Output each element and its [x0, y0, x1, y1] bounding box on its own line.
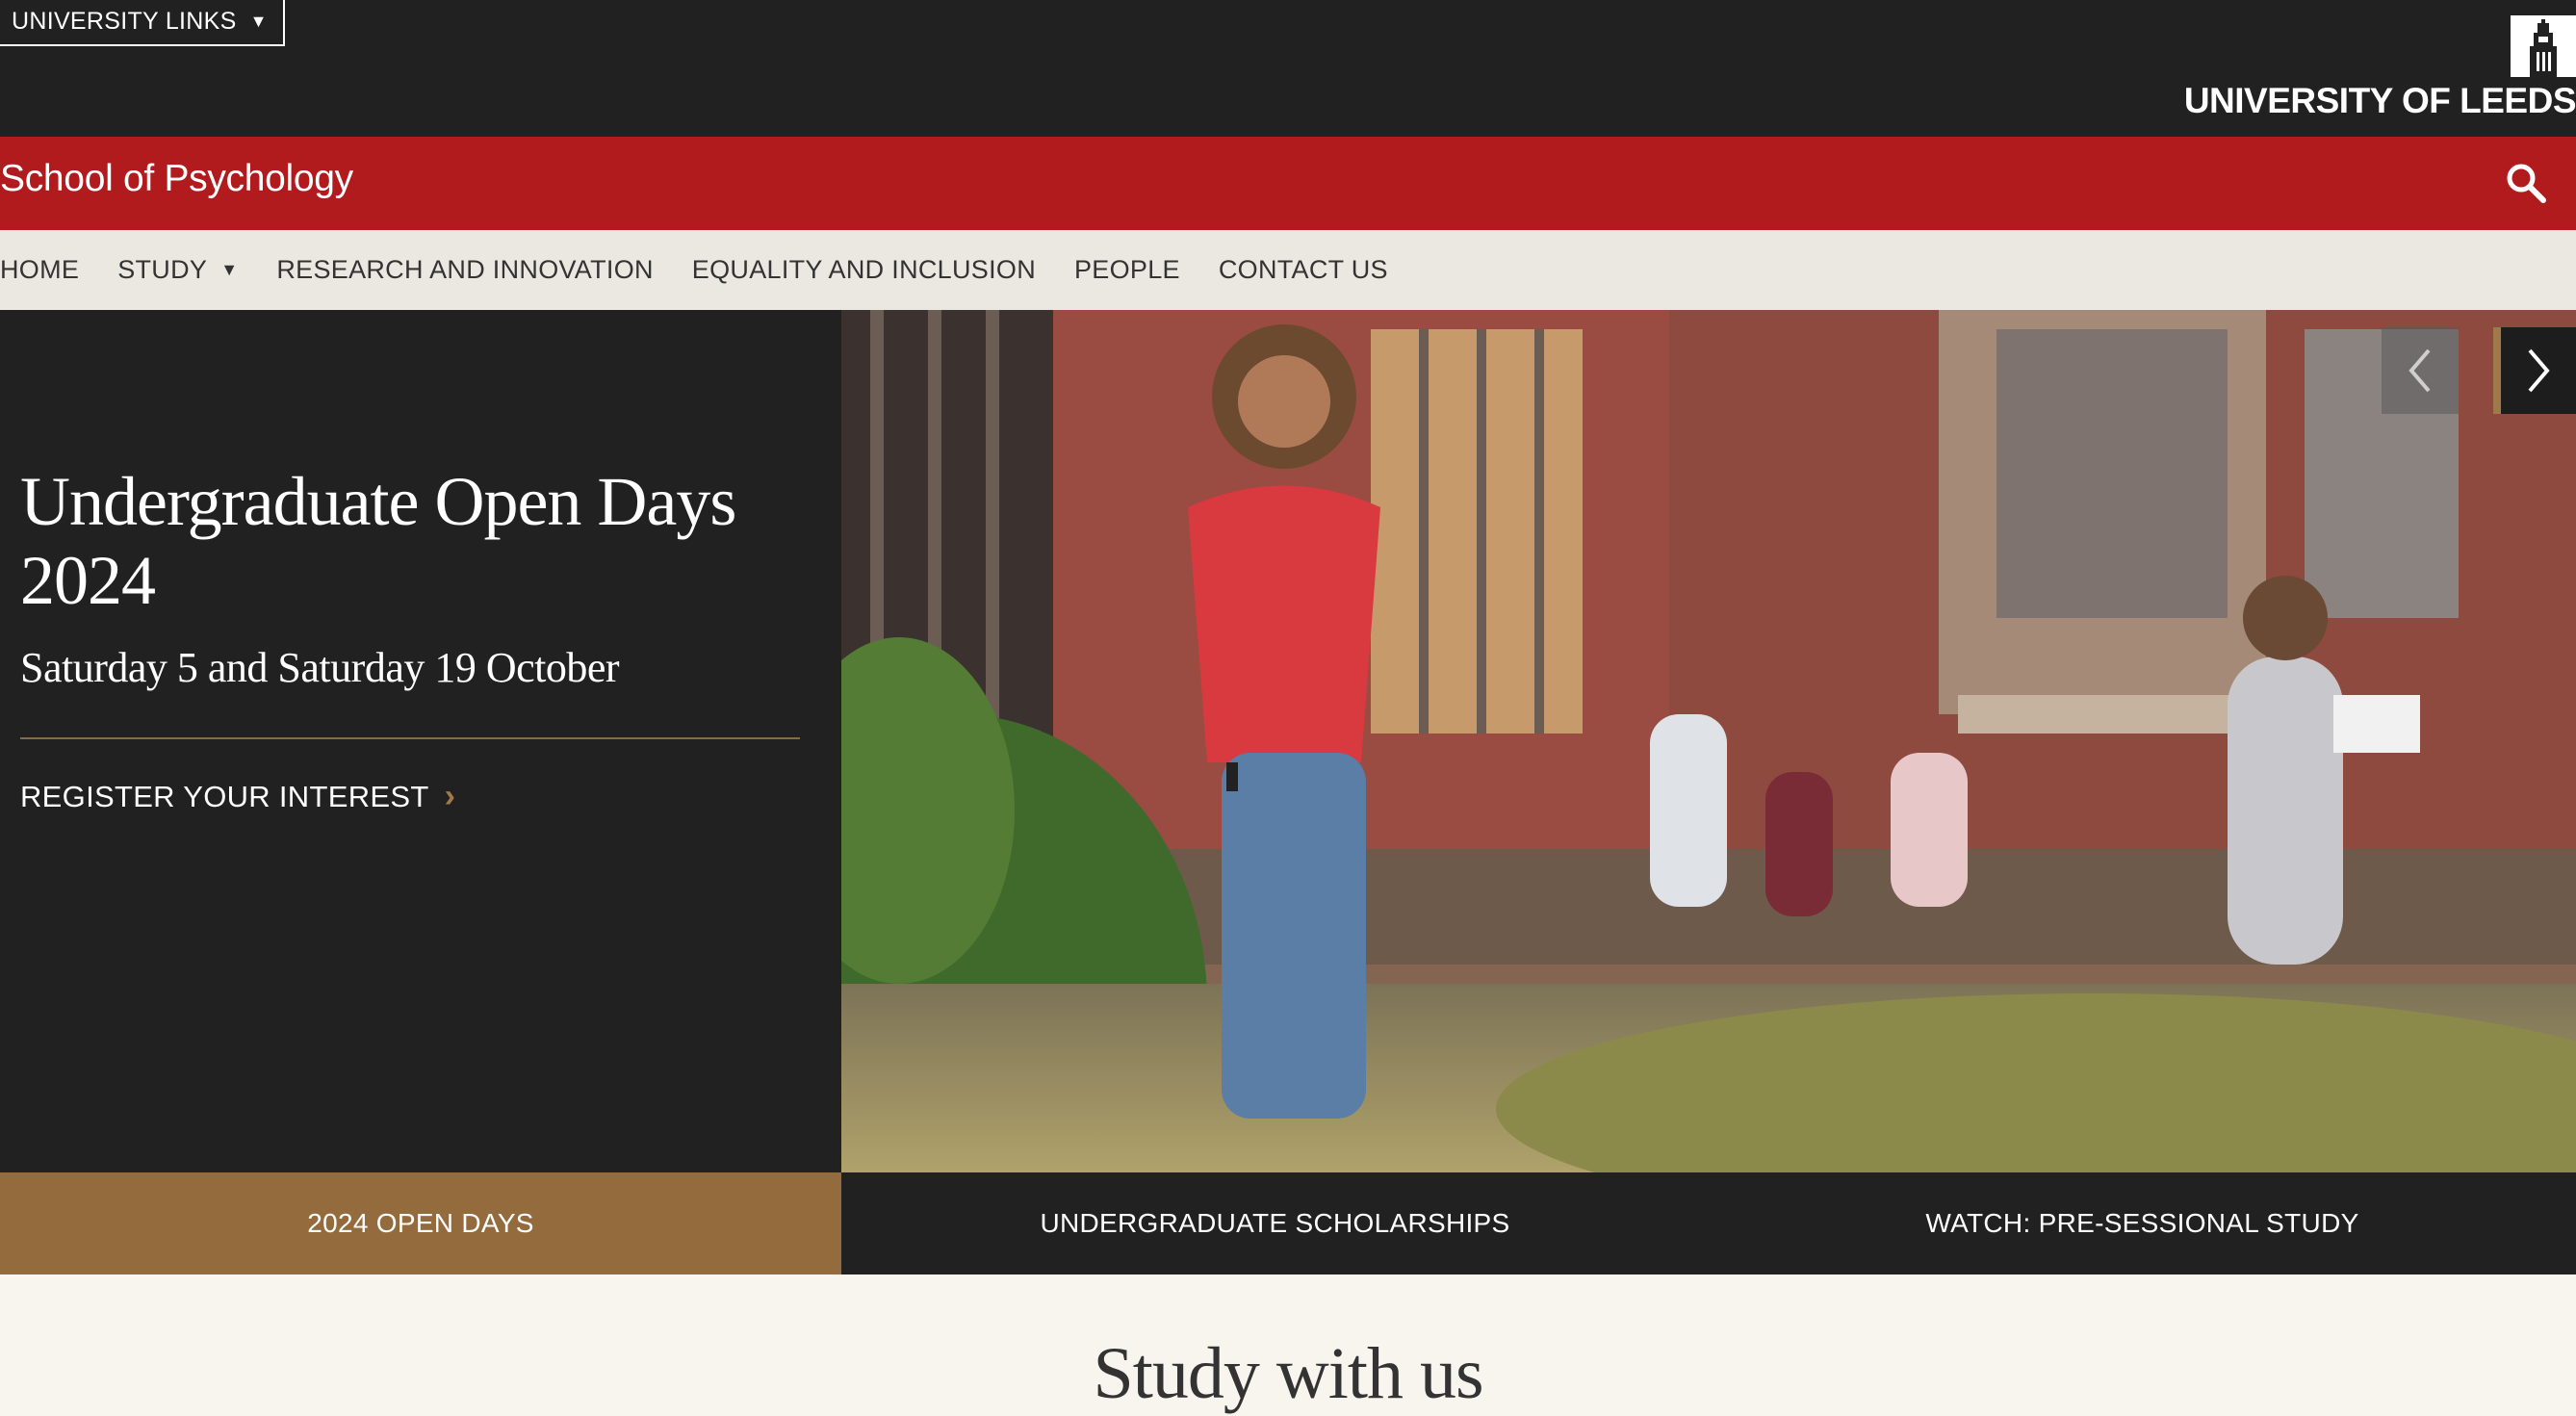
university-logo-text[interactable]: UNIVERSITY OF LEEDS — [2184, 81, 2576, 121]
nav-item-study[interactable]: STUDY ▼ — [117, 255, 238, 285]
carousel-next-button[interactable] — [2493, 327, 2576, 414]
nav-item-equality[interactable]: EQUALITY AND INCLUSION — [692, 255, 1036, 285]
nav-item-home[interactable]: HOME — [0, 255, 79, 285]
triangle-down-icon: ▼ — [249, 11, 268, 31]
chevron-left-icon — [2409, 348, 2431, 393]
nav-item-label: RESEARCH AND INNOVATION — [276, 255, 654, 284]
hero-tabs: 2024 OPEN DAYS UNDERGRADUATE SCHOLARSHIP… — [0, 1172, 2576, 1274]
nav-item-people[interactable]: PEOPLE — [1074, 255, 1180, 285]
tab-open-days[interactable]: 2024 OPEN DAYS — [0, 1172, 841, 1274]
register-interest-label: REGISTER YOUR INTEREST — [20, 779, 429, 813]
university-logo-icon[interactable] — [2511, 15, 2576, 77]
register-interest-link[interactable]: REGISTER YOUR INTEREST › — [20, 778, 455, 815]
hero-text-panel — [0, 310, 841, 1172]
hero-title: Undergraduate Open Days 2024 — [20, 463, 736, 619]
tab-label: UNDERGRADUATE SCHOLARSHIPS — [1040, 1208, 1510, 1238]
tab-label: 2024 OPEN DAYS — [307, 1208, 534, 1238]
nav-item-label: CONTACT US — [1218, 255, 1388, 284]
nav-item-label: HOME — [0, 255, 80, 284]
nav-item-label: EQUALITY AND INCLUSION — [691, 255, 1036, 284]
chevron-right-icon: › — [444, 778, 456, 814]
nav-item-label: PEOPLE — [1074, 255, 1180, 284]
tab-label: WATCH: PRE-SESSIONAL STUDY — [1925, 1208, 2359, 1238]
hero-photo — [841, 310, 2576, 1172]
chevron-right-icon — [2528, 348, 2550, 393]
top-bar: UNIVERSITY LINKS ▼ UNIVERSITY OF LEEDS — [0, 0, 2576, 137]
hero-divider — [20, 737, 800, 739]
nav-item-research[interactable]: RESEARCH AND INNOVATION — [276, 255, 653, 285]
search-icon[interactable] — [2503, 160, 2549, 206]
nav-item-contact[interactable]: CONTACT US — [1219, 255, 1388, 285]
school-header: School of Psychology — [0, 137, 2576, 230]
nav-item-label: STUDY — [117, 255, 208, 284]
school-title-link[interactable]: School of Psychology — [0, 158, 353, 200]
triangle-down-icon: ▼ — [220, 260, 239, 279]
carousel-prev-button[interactable] — [2382, 327, 2459, 414]
section-heading: Study with us — [1093, 1333, 1483, 1414]
hero-subtitle: Saturday 5 and Saturday 19 October — [20, 644, 620, 691]
tab-scholarships[interactable]: UNDERGRADUATE SCHOLARSHIPS — [841, 1172, 1709, 1274]
university-links-label: UNIVERSITY LINKS — [12, 7, 237, 35]
main-nav: HOME STUDY ▼ RESEARCH AND INNOVATION EQU… — [0, 230, 2576, 310]
tab-pre-sessional[interactable]: WATCH: PRE-SESSIONAL STUDY — [1709, 1172, 2576, 1274]
university-links-dropdown[interactable]: UNIVERSITY LINKS ▼ — [0, 0, 285, 46]
